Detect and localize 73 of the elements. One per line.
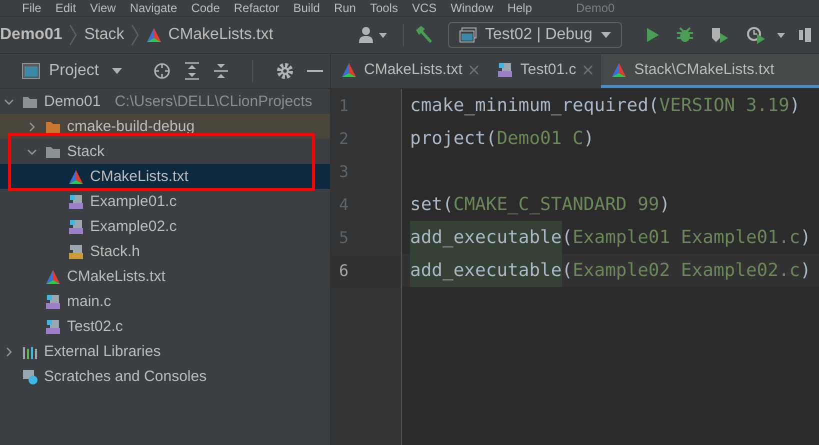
caret-icon[interactable] [777,32,785,38]
debug-icon[interactable] [676,26,694,44]
tree-item[interactable]: Example02.c [0,214,330,239]
header-file-icon [68,244,84,260]
cmake-logo-icon [68,168,84,184]
project-path: C:\Users\DELL\CLionProjects [114,93,312,110]
hammer-icon[interactable] [414,25,434,45]
editor-tab[interactable]: CMakeLists.txt [331,54,488,88]
breadcrumb[interactable]: Stack [84,26,124,44]
tree-item[interactable]: CMakeLists.txt [0,264,330,289]
tree-item[interactable]: Example01.c [0,189,330,214]
tree-item[interactable]: Scratches and Consoles [0,364,330,389]
profiler-icon[interactable] [746,26,766,44]
cmake-logo-icon [45,268,61,284]
cmake-logo-icon [341,62,357,78]
c-file-icon [68,194,84,210]
more-toolbar-icon[interactable] [799,26,811,44]
editor-tab[interactable]: Stack\CMakeLists.txt [601,54,819,88]
editor-tab[interactable]: Test01.c [487,54,602,88]
run-icon[interactable] [644,27,660,43]
c-file-icon [45,294,61,310]
code-line: project(Demo01 C) [410,127,594,151]
c-file-icon [68,218,84,234]
expand-all-icon[interactable] [184,62,200,80]
menu-item[interactable]: Edit [55,0,76,16]
run-configuration-dropdown[interactable]: Test02 | Debug [448,22,622,48]
code-line: set(CMAKE_C_STANDARD 99) [410,193,670,217]
menu-item[interactable]: File [22,0,42,16]
menu-item[interactable]: Code [191,0,220,16]
chevron-separator-icon [69,24,78,46]
c-file-icon [497,62,514,78]
breadcrumb[interactable]: Demo01 [0,26,62,44]
tree-item[interactable]: Demo01 C:\Users\DELL\CLionProjects [0,89,330,114]
menu-item[interactable]: VCS [412,0,437,16]
tree-item[interactable]: CMakeLists.txt [0,164,330,189]
menu-item[interactable]: Navigate [130,0,178,16]
chevron-right-icon[interactable] [4,346,14,356]
tree-item[interactable]: Stack [0,139,330,164]
window-icon [459,27,477,43]
menu-item[interactable]: Window [450,0,494,16]
scratches-icon [22,368,38,384]
tree-item[interactable]: External Libraries [0,339,330,364]
menu-item[interactable]: Help [507,0,532,16]
cmake-logo-icon [611,62,628,78]
window-title: Demo0 [576,0,615,16]
tree-item[interactable]: main.c [0,289,330,314]
caret-icon [601,32,611,38]
coverage-icon[interactable] [710,26,730,44]
menu-item[interactable]: Tools [370,0,398,16]
chevron-down-icon[interactable] [4,96,14,106]
chevron-right-icon[interactable] [27,122,37,132]
menu-item[interactable]: Build [293,0,320,16]
tree-item[interactable]: Test02.c [0,314,330,339]
minimize-icon[interactable] [306,69,323,73]
menu-item[interactable]: Refactor [234,0,280,16]
chevron-separator-icon [131,24,140,46]
caret-icon[interactable] [112,68,122,74]
collapse-all-icon[interactable] [212,62,229,80]
user-icon[interactable] [358,26,376,44]
project-view-selector[interactable]: Project [49,62,99,80]
chevron-down-icon[interactable] [27,146,37,156]
cmake-logo-icon [146,27,162,43]
caret-icon[interactable] [379,32,387,38]
code-line: add_executable(Example02 Example02.c) [410,254,811,287]
breadcrumb[interactable]: CMakeLists.txt [146,26,274,44]
settings-icon[interactable] [276,62,294,80]
code-line: add_executable(Example01 Example01.c) [410,221,811,254]
locate-icon[interactable] [152,62,171,80]
menu-item[interactable]: View [90,0,116,16]
tree-item[interactable]: Stack.h [0,239,330,264]
code-line: cmake_minimum_required(VERSION 3.19) [410,94,800,118]
c-file-icon [45,318,61,334]
menu-item[interactable]: Run [334,0,356,16]
